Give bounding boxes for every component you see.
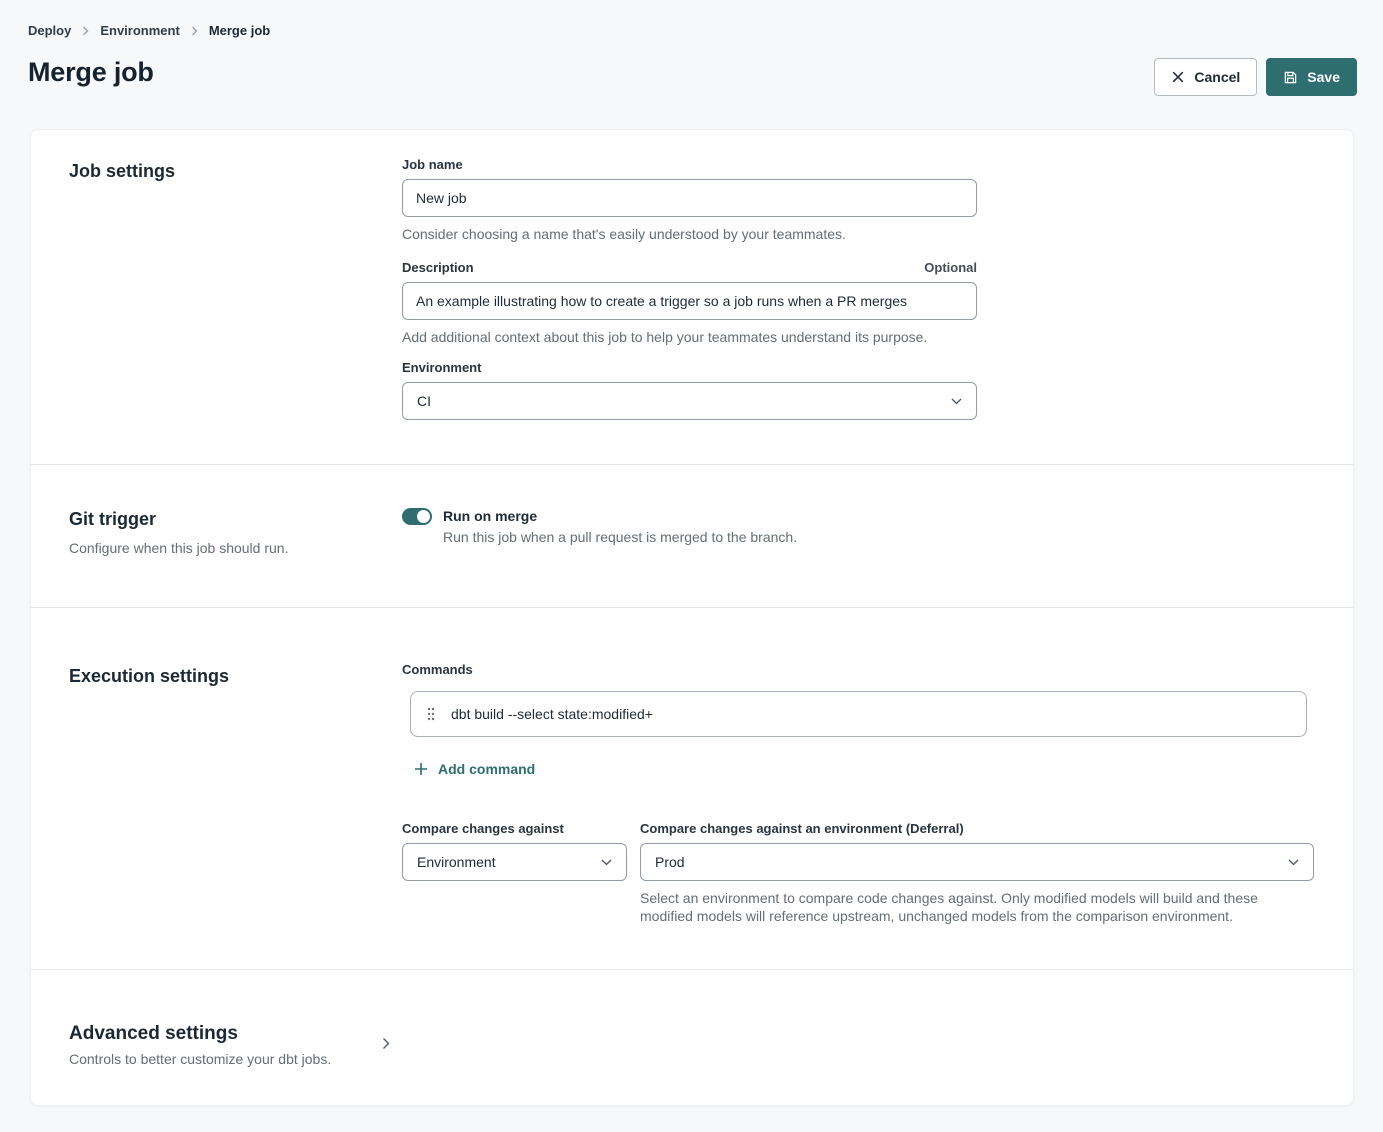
description-help: Add additional context about this job to…	[402, 328, 977, 346]
drag-handle-icon[interactable]	[426, 706, 436, 722]
chevron-right-icon[interactable]	[382, 1037, 390, 1068]
page-title: Merge job	[28, 57, 154, 88]
deferral-environment-help: Select an environment to compare code ch…	[640, 889, 1314, 925]
deferral-environment-label: Compare changes against an environment (…	[640, 821, 1314, 837]
job-name-input[interactable]	[402, 179, 977, 217]
advanced-settings-subheading: Controls to better customize your dbt jo…	[69, 1050, 382, 1068]
git-trigger-subheading: Configure when this job should run.	[69, 539, 402, 557]
cancel-button[interactable]: Cancel	[1154, 58, 1257, 96]
section-execution-settings: Execution settings Commands dbt build --…	[31, 608, 1353, 969]
chevron-down-icon	[951, 398, 962, 405]
advanced-settings-heading: Advanced settings	[69, 1022, 382, 1046]
breadcrumb-separator-icon	[191, 26, 198, 36]
chevron-down-icon	[601, 859, 612, 866]
breadcrumb: Deploy Environment Merge job	[28, 23, 270, 38]
section-job-settings: Job settings Job name Consider choosing …	[31, 130, 1353, 464]
compare-against-select-value: Environment	[417, 854, 496, 870]
header-actions: Cancel Save	[1154, 58, 1357, 96]
cancel-button-label: Cancel	[1194, 69, 1240, 85]
command-input[interactable]: dbt build --select state:modified+	[451, 706, 653, 722]
breadcrumb-separator-icon	[82, 26, 89, 36]
description-field: Description Optional Add additional cont…	[402, 260, 977, 346]
execution-settings-heading: Execution settings	[69, 662, 402, 690]
commands-label: Commands	[402, 662, 1314, 678]
run-on-merge-label: Run on merge	[443, 507, 797, 525]
compare-against-field: Compare changes against Environment	[402, 821, 627, 925]
job-settings-heading: Job settings	[69, 157, 402, 185]
command-row[interactable]: dbt build --select state:modified+	[410, 691, 1307, 737]
breadcrumb-item-merge-job: Merge job	[209, 23, 270, 38]
breadcrumb-item-environment[interactable]: Environment	[100, 23, 179, 38]
save-button-label: Save	[1307, 69, 1340, 85]
save-button[interactable]: Save	[1266, 58, 1357, 96]
deferral-environment-field: Compare changes against an environment (…	[640, 821, 1314, 925]
environment-select-value: CI	[417, 393, 431, 409]
add-command-button[interactable]: Add command	[414, 761, 535, 777]
section-advanced-settings[interactable]: Advanced settings Controls to better cus…	[31, 970, 1353, 1068]
environment-field: Environment CI	[402, 360, 977, 420]
environment-select[interactable]: CI	[402, 382, 977, 420]
git-trigger-heading: Git trigger	[69, 505, 402, 533]
breadcrumb-item-deploy[interactable]: Deploy	[28, 23, 71, 38]
toggle-knob	[417, 510, 430, 523]
environment-label: Environment	[402, 360, 977, 376]
job-name-help: Consider choosing a name that's easily u…	[402, 225, 977, 243]
job-name-field: Job name Consider choosing a name that's…	[402, 157, 977, 243]
description-input[interactable]	[402, 282, 977, 320]
deferral-environment-select[interactable]: Prod	[640, 843, 1314, 881]
run-on-merge-description: Run this job when a pull request is merg…	[443, 528, 797, 546]
deferral-environment-select-value: Prod	[655, 854, 685, 870]
plus-icon	[414, 762, 428, 776]
description-label: Description	[402, 260, 474, 276]
run-on-merge-toggle[interactable]	[402, 508, 432, 525]
close-icon	[1171, 70, 1185, 84]
chevron-down-icon	[1288, 859, 1299, 866]
add-command-label: Add command	[438, 761, 535, 777]
job-name-label: Job name	[402, 157, 977, 173]
section-git-trigger: Git trigger Configure when this job shou…	[31, 465, 1353, 607]
compare-against-select[interactable]: Environment	[402, 843, 627, 881]
optional-badge: Optional	[924, 260, 977, 275]
job-settings-card: Job settings Job name Consider choosing …	[30, 129, 1354, 1106]
compare-against-label: Compare changes against	[402, 821, 627, 837]
save-icon	[1283, 70, 1298, 85]
